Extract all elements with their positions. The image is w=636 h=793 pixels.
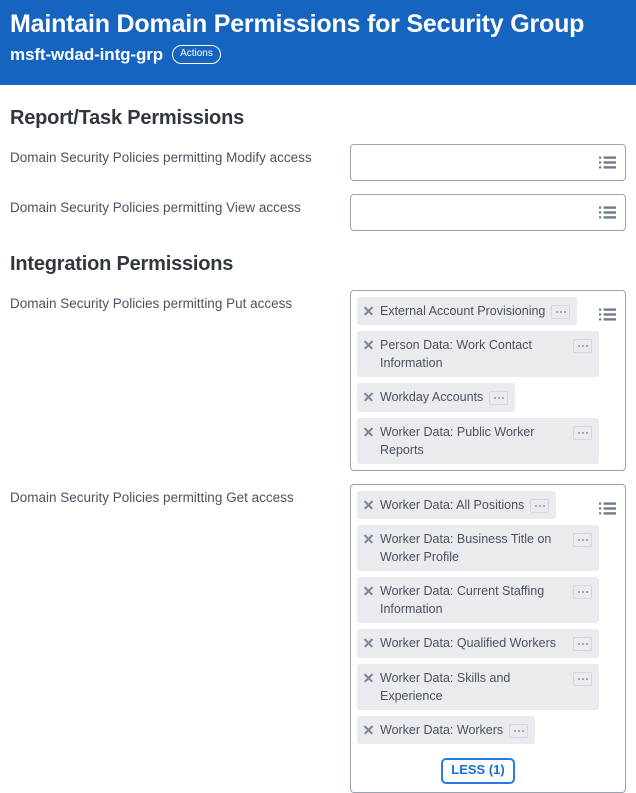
- ellipsis-icon[interactable]: [509, 724, 528, 738]
- ellipsis-icon[interactable]: [573, 672, 592, 686]
- tag-label: Worker Data: All Positions: [380, 496, 524, 514]
- remove-icon[interactable]: [363, 724, 374, 735]
- ellipsis-icon[interactable]: [573, 339, 592, 353]
- ellipsis-icon[interactable]: [573, 585, 592, 599]
- tag-label: Worker Data: Skills and Experience: [380, 669, 567, 705]
- tag-label: Workday Accounts: [380, 388, 483, 406]
- tag-label: Worker Data: Current Staffing Informatio…: [380, 582, 567, 618]
- list-icon[interactable]: [599, 308, 616, 321]
- list-icon[interactable]: [599, 206, 616, 219]
- section-title-report-task: Report/Task Permissions: [10, 107, 626, 130]
- tag-label: Worker Data: Workers: [380, 721, 503, 739]
- tag-label: External Account Provisioning: [380, 302, 545, 320]
- tag-label: Worker Data: Public Worker Reports: [380, 423, 567, 459]
- ellipsis-icon[interactable]: [573, 533, 592, 547]
- tag-label: Worker Data: Qualified Workers: [380, 634, 567, 652]
- tag-item[interactable]: Worker Data: Skills and Experience: [357, 664, 599, 710]
- field-label-get-access: Domain Security Policies permitting Get …: [10, 484, 350, 507]
- page-title: Maintain Domain Permissions for Security…: [10, 8, 626, 41]
- field-label-view-access: Domain Security Policies permitting View…: [10, 194, 350, 217]
- ellipsis-icon[interactable]: [573, 426, 592, 440]
- subtitle-row: msft-wdad-intg-grp Actions: [10, 45, 626, 65]
- tag-stack-get-access: Worker Data: All Positions Worker Data: …: [357, 491, 599, 786]
- remove-icon[interactable]: [363, 305, 374, 316]
- input-modify-access[interactable]: [350, 144, 626, 181]
- list-icon[interactable]: [599, 156, 616, 169]
- field-label-modify-access: Domain Security Policies permitting Modi…: [10, 144, 350, 167]
- ellipsis-icon[interactable]: [551, 305, 570, 319]
- page-content: Report/Task Permissions Domain Security …: [0, 107, 636, 793]
- remove-icon[interactable]: [363, 391, 374, 402]
- field-row-modify-access: Domain Security Policies permitting Modi…: [10, 144, 626, 181]
- tag-item[interactable]: Person Data: Work Contact Information: [357, 331, 599, 377]
- remove-icon[interactable]: [363, 426, 374, 437]
- tag-item[interactable]: Worker Data: All Positions: [357, 491, 556, 519]
- remove-icon[interactable]: [363, 637, 374, 648]
- remove-icon[interactable]: [363, 339, 374, 350]
- tag-label: Worker Data: Business Title on Worker Pr…: [380, 530, 567, 566]
- section-title-integration: Integration Permissions: [10, 253, 626, 276]
- field-row-put-access: Domain Security Policies permitting Put …: [10, 290, 626, 471]
- tag-list-get-access[interactable]: Worker Data: All Positions Worker Data: …: [350, 484, 626, 793]
- field-label-put-access: Domain Security Policies permitting Put …: [10, 290, 350, 313]
- remove-icon[interactable]: [363, 533, 374, 544]
- tag-list-put-access[interactable]: External Account Provisioning Person Dat…: [350, 290, 626, 471]
- ellipsis-icon[interactable]: [489, 391, 508, 405]
- tag-stack-put-access: External Account Provisioning Person Dat…: [357, 297, 599, 464]
- list-icon[interactable]: [599, 502, 616, 515]
- tag-item[interactable]: Worker Data: Business Title on Worker Pr…: [357, 525, 599, 571]
- tag-item[interactable]: Worker Data: Public Worker Reports: [357, 418, 599, 464]
- tag-item[interactable]: Worker Data: Workers: [357, 716, 535, 744]
- tag-label: Person Data: Work Contact Information: [380, 336, 567, 372]
- input-view-access[interactable]: [350, 194, 626, 231]
- actions-button[interactable]: Actions: [172, 45, 221, 64]
- tag-item[interactable]: External Account Provisioning: [357, 297, 577, 325]
- field-row-view-access: Domain Security Policies permitting View…: [10, 194, 626, 231]
- remove-icon[interactable]: [363, 672, 374, 683]
- tag-item[interactable]: Worker Data: Qualified Workers: [357, 629, 599, 657]
- remove-icon[interactable]: [363, 499, 374, 510]
- ellipsis-icon[interactable]: [573, 637, 592, 651]
- field-row-get-access: Domain Security Policies permitting Get …: [10, 484, 626, 793]
- tag-item[interactable]: Workday Accounts: [357, 383, 515, 411]
- page-header: Maintain Domain Permissions for Security…: [0, 0, 636, 85]
- ellipsis-icon[interactable]: [530, 499, 549, 513]
- tag-item[interactable]: Worker Data: Current Staffing Informatio…: [357, 577, 599, 623]
- security-group-name: msft-wdad-intg-grp: [10, 45, 163, 65]
- remove-icon[interactable]: [363, 585, 374, 596]
